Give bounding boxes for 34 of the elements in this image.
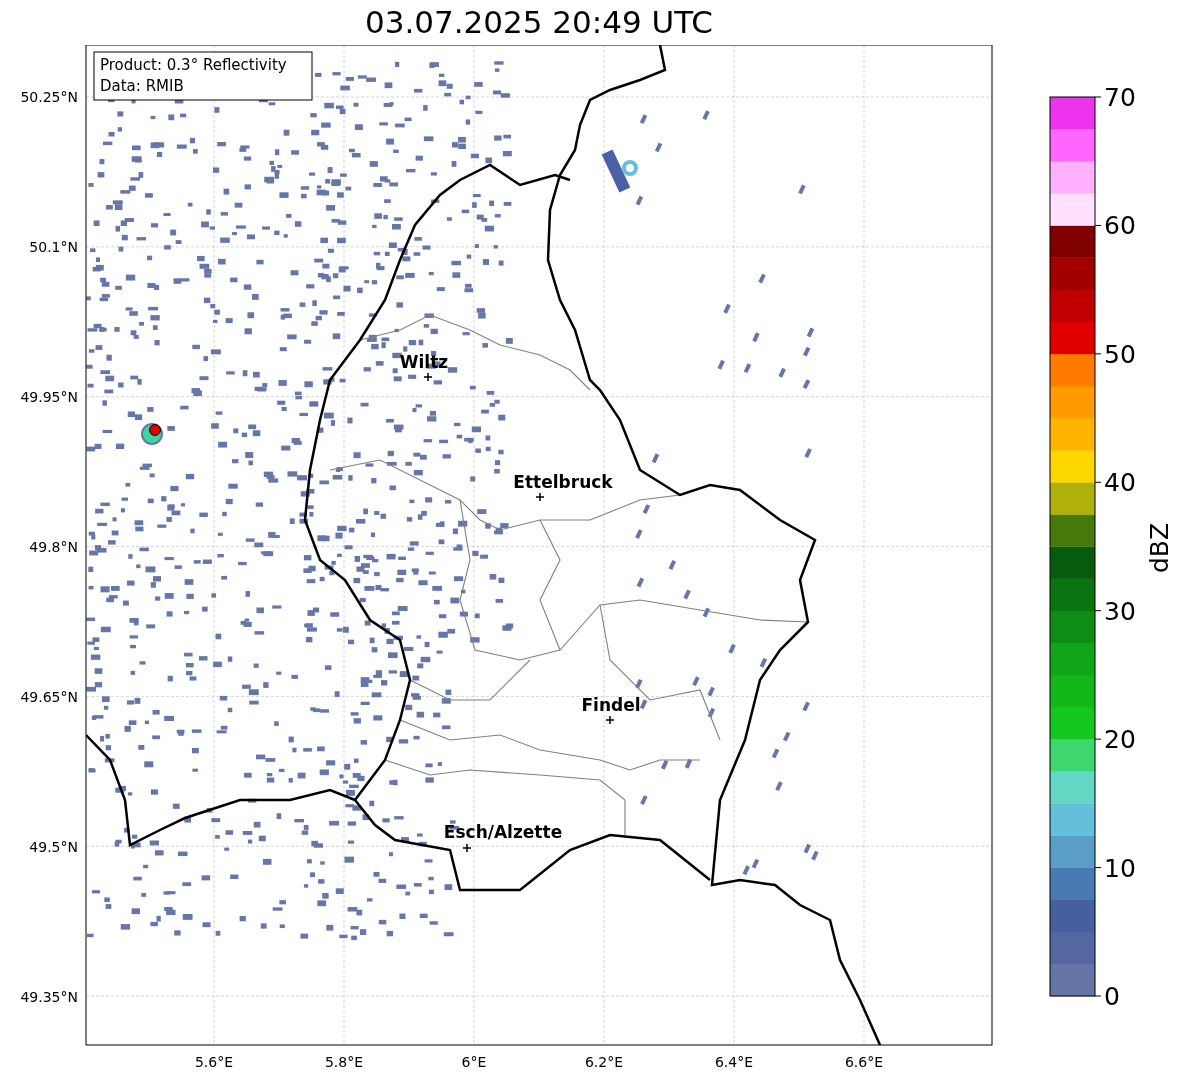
city-marker-icon <box>462 843 472 853</box>
axis-tick-label: 5.6°E <box>194 1054 234 1070</box>
colorbar-tick-label: 50 <box>1104 339 1136 369</box>
chart-title: 03.07.2025 20:49 UTC <box>365 7 713 38</box>
axis-tick-label: 6.2°E <box>584 1054 624 1070</box>
axis-tick-label: 6.4°E <box>714 1054 754 1070</box>
city-label: Wiltz <box>399 352 449 372</box>
axis-tick-label: 49.95°N <box>20 389 78 405</box>
radar-site-icon <box>141 423 163 445</box>
axis-tick-label: 50.1°N <box>29 239 78 255</box>
colorbar-tick-label: 60 <box>1104 211 1136 241</box>
city-marker-icon <box>423 372 433 382</box>
axis-tick-label: 50.25°N <box>20 89 78 105</box>
city-label: Ettelbruck <box>513 472 613 492</box>
city-marker-icon <box>535 492 545 502</box>
colorbar-tick-label: 70 <box>1104 83 1136 112</box>
axis-tick-label: 49.35°N <box>20 989 78 1005</box>
colorbar-tick-label: 0 <box>1104 982 1120 1011</box>
colorbar-tick-label: 10 <box>1104 853 1136 883</box>
axis-tick-label: 49.8°N <box>29 539 78 555</box>
axis-tick-label: 49.65°N <box>20 689 78 705</box>
city-label: Esch/Alzette <box>443 822 563 842</box>
city-marker-icon <box>605 715 615 725</box>
city-label: Findel <box>581 695 641 715</box>
colorbar-label: dBZ <box>1145 522 1174 574</box>
axis-tick-label: 6.6°E <box>844 1054 884 1070</box>
colorbar-tick-label: 40 <box>1104 468 1136 498</box>
info-text: Data: RMIB <box>100 77 184 95</box>
colorbar-tick-label: 20 <box>1104 725 1136 755</box>
info-text: Product: 0.3° Reflectivity <box>100 56 287 74</box>
axis-tick-label: 6°E <box>461 1054 487 1070</box>
axis-tick-label: 5.8°E <box>324 1054 364 1070</box>
axis-tick-label: 49.5°N <box>29 839 78 855</box>
colorbar-tick-label: 30 <box>1104 596 1136 626</box>
